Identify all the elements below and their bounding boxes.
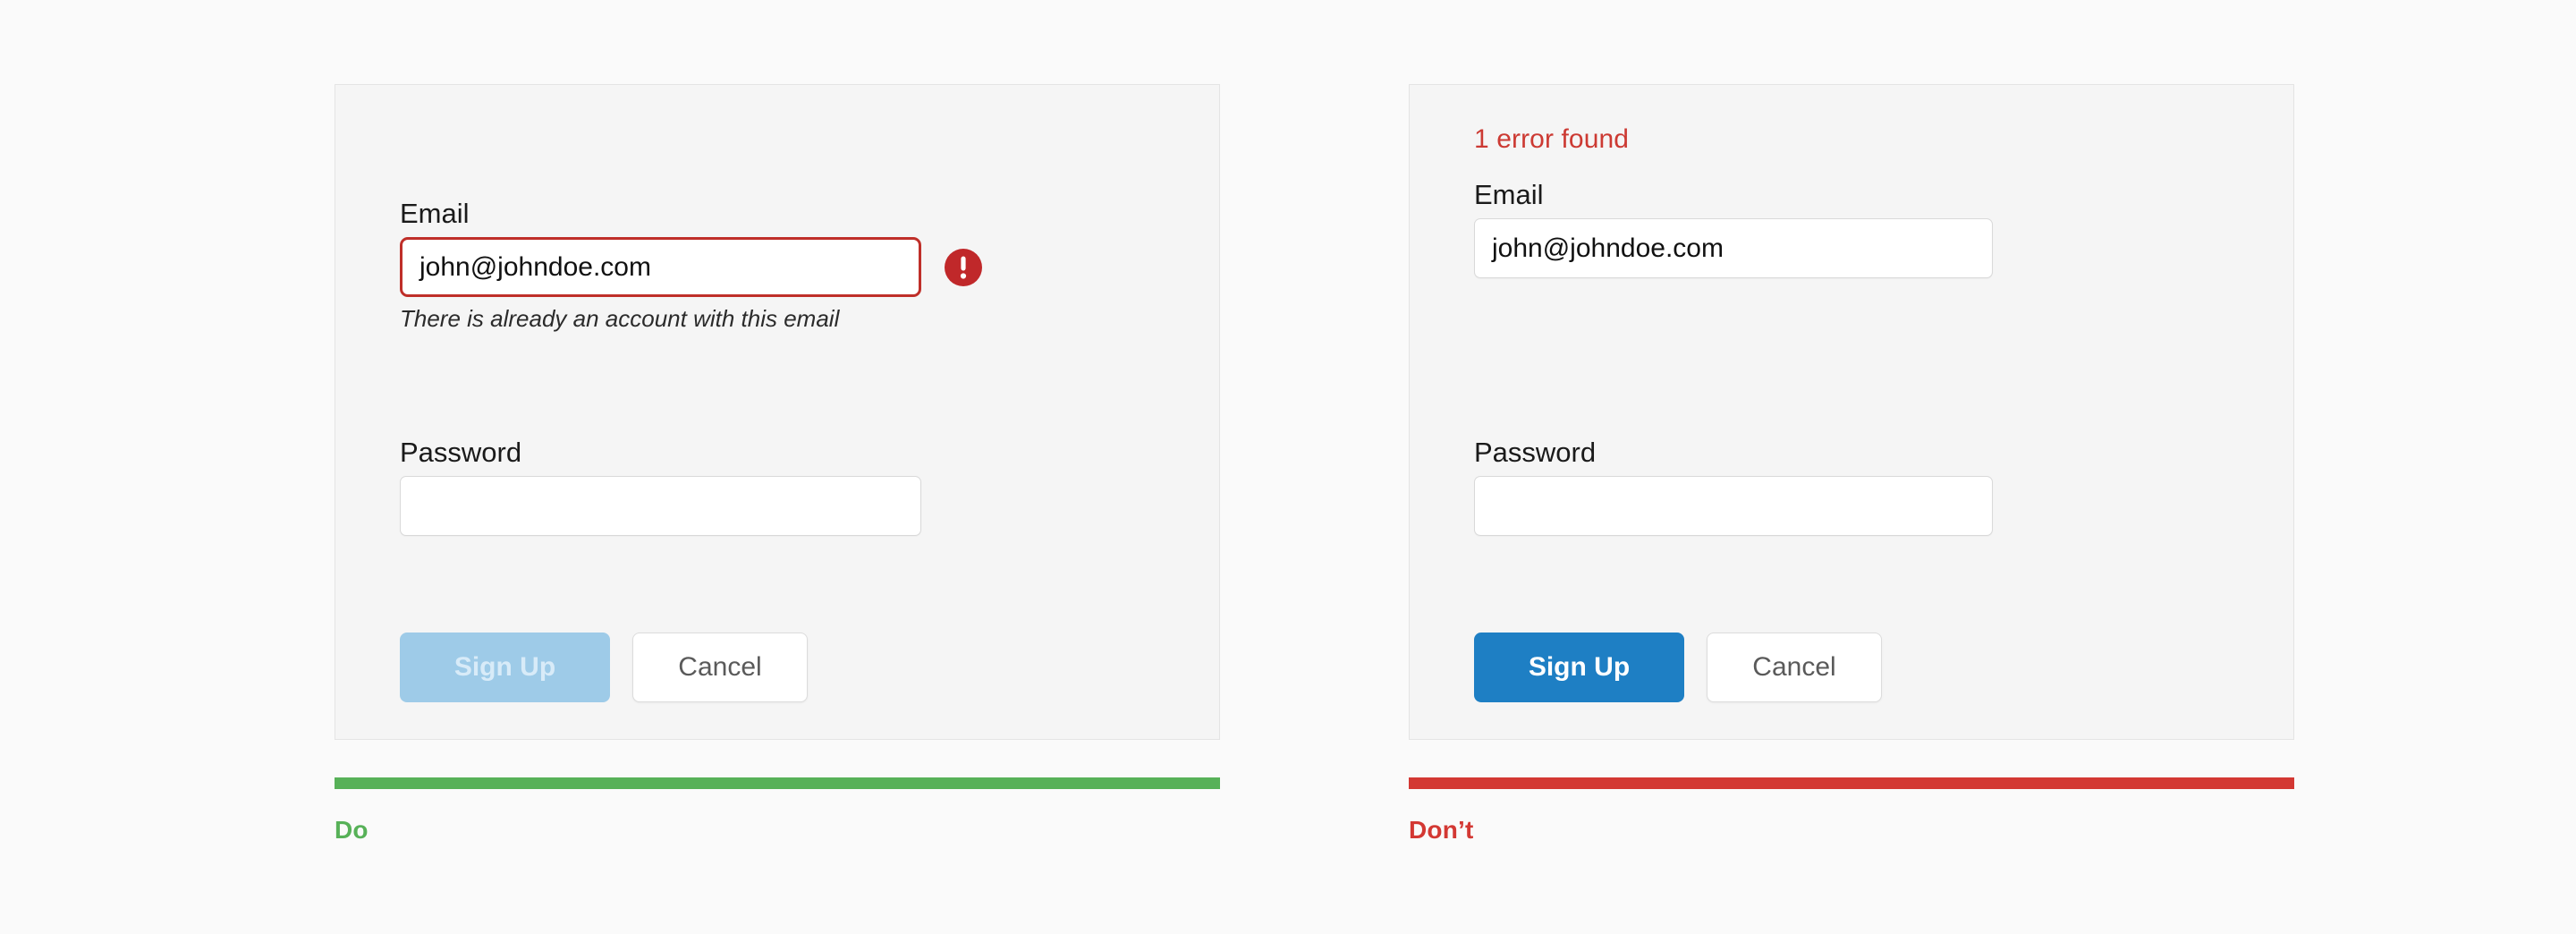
- password-input-row: [400, 476, 1158, 536]
- verdict-label-do: Do: [335, 816, 369, 844]
- email-inline-error-message: There is already an account with this em…: [400, 305, 840, 332]
- password-field-group: Password: [1474, 438, 2233, 536]
- email-input-row: john@johndoe.com: [1474, 218, 2233, 278]
- signup-form-panel-dont: 1 error found Email john@johndoe.com Pas…: [1409, 84, 2294, 740]
- password-field-label: Password: [400, 437, 522, 468]
- password-field-label: Password: [1474, 437, 1597, 468]
- password-field-group: Password: [400, 438, 1158, 536]
- verdict-bar-dont: [1409, 777, 2294, 789]
- password-input-row: [1474, 476, 2233, 536]
- sign-up-button[interactable]: Sign Up: [1474, 633, 1684, 702]
- exclamation-circle-icon: [944, 248, 983, 287]
- email-field-label: Email: [1474, 179, 1544, 210]
- password-input[interactable]: [1474, 476, 1993, 536]
- password-input[interactable]: [400, 476, 921, 536]
- form-actions: Sign Up Cancel: [1474, 633, 1882, 702]
- email-field-label: Email: [400, 198, 470, 229]
- error-summary-message: 1 error found: [1474, 124, 1630, 154]
- signup-form-panel-do: Email john@johndoe.com There is already …: [335, 84, 1220, 740]
- email-input[interactable]: john@johndoe.com: [1474, 218, 1993, 278]
- email-input[interactable]: john@johndoe.com: [400, 237, 921, 297]
- form-actions: Sign Up Cancel: [400, 633, 808, 702]
- verdict-label-dont: Don’t: [1409, 816, 1474, 844]
- email-field-group: Email john@johndoe.com: [1474, 181, 2233, 278]
- email-input-row: john@johndoe.com: [400, 237, 1158, 297]
- sign-up-button[interactable]: Sign Up: [400, 633, 610, 702]
- verdict-bar-do: [335, 777, 1220, 789]
- email-field-group: Email john@johndoe.com There is already …: [400, 200, 1158, 333]
- cancel-button[interactable]: Cancel: [632, 633, 808, 702]
- cancel-button[interactable]: Cancel: [1707, 633, 1882, 702]
